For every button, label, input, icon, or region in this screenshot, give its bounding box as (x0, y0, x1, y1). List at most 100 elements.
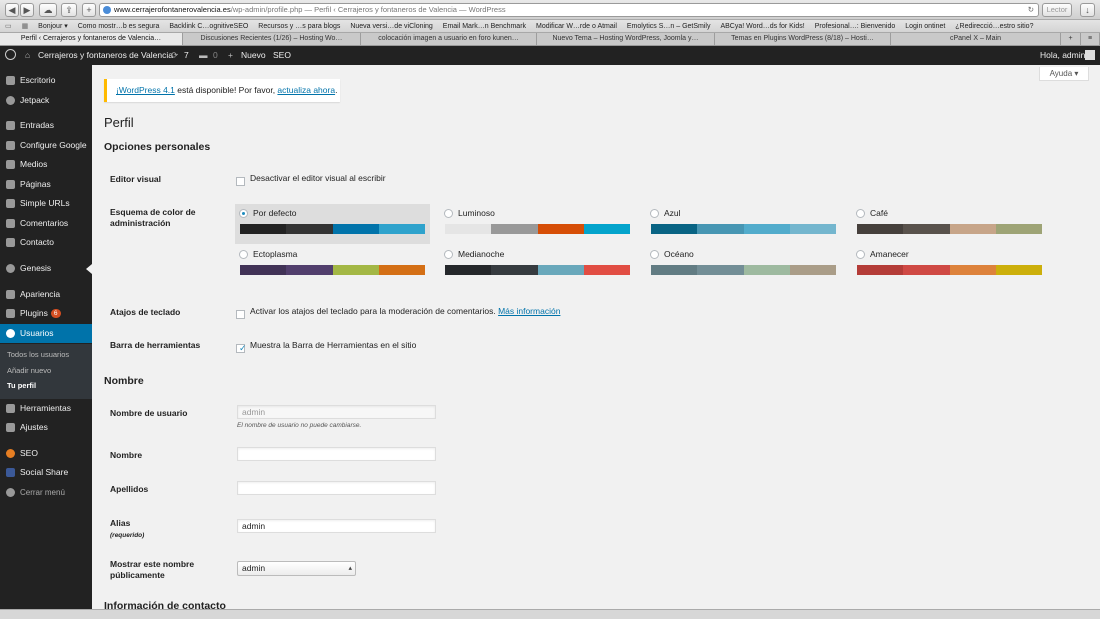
color-scheme-option[interactable]: Café (852, 204, 1047, 244)
color-scheme-radio[interactable] (239, 209, 248, 218)
color-swatches (857, 224, 1042, 234)
sidebar-item-comentarios[interactable]: Comentarios (0, 214, 92, 233)
updates-count[interactable]: 7 (184, 46, 189, 65)
wordpress-version-link[interactable]: ¡WordPress 4.1 (116, 85, 175, 95)
sidebar-item-ajustes[interactable]: Ajustes (0, 418, 92, 437)
notice-end: . (335, 85, 338, 95)
more-info-link[interactable]: Más información (498, 306, 560, 316)
help-tab-button[interactable]: Ayuda ▾ (1039, 67, 1089, 81)
color-scheme-radio[interactable] (444, 209, 453, 218)
color-scheme-radio[interactable] (239, 250, 248, 259)
sidebar-item-jetpack[interactable]: Jetpack (0, 91, 92, 110)
bookmark-item[interactable]: Login ontinet (905, 20, 945, 32)
sidebar-item-simple-urls[interactable]: Simple URLs (0, 194, 92, 213)
comments-icon[interactable]: ▬ (199, 46, 208, 65)
cloud-icon[interactable]: ☁ (39, 3, 57, 17)
seo-link[interactable]: SEO (273, 46, 291, 65)
sidebar-item-apariencia[interactable]: Apariencia (0, 285, 92, 304)
sidebar-item-entradas[interactable]: Entradas (0, 116, 92, 135)
sidebar-item-genesis[interactable]: Genesis (0, 259, 92, 278)
greeting-link[interactable]: Hola, admin (1040, 46, 1085, 65)
browser-tab[interactable]: Perfil ‹ Cerrajeros y fontaneros de Vale… (0, 33, 183, 45)
bookmark-item[interactable]: Bonjour ▾ (38, 20, 68, 32)
forward-icon[interactable]: ▶ (20, 3, 34, 17)
color-scheme-name: Luminoso (458, 208, 495, 218)
color-scheme-option[interactable]: Luminoso (440, 204, 635, 244)
dashboard-icon (6, 76, 15, 85)
bookmark-item[interactable]: Modificar W…rde o Atmail (536, 20, 617, 32)
submenu-todos-los-usuarios[interactable]: Todos los usuarios (0, 347, 92, 362)
bookmark-item[interactable]: Profesional…: Bienvenido (815, 20, 896, 32)
visual-editor-checkbox[interactable] (236, 177, 245, 186)
back-icon[interactable]: ◀ (5, 3, 19, 17)
sidebar-item-contacto[interactable]: Contacto (0, 233, 92, 252)
color-scheme-radio[interactable] (444, 250, 453, 259)
wordpress-logo-icon[interactable] (5, 46, 16, 65)
first-name-field[interactable] (237, 447, 436, 461)
color-scheme-radio[interactable] (856, 209, 865, 218)
color-scheme-radio[interactable] (856, 250, 865, 259)
color-scheme-option[interactable]: Medianoche (440, 245, 635, 285)
download-icon[interactable]: ↓ (1080, 3, 1095, 17)
browser-tab[interactable]: cPanel X – Main (891, 33, 1061, 45)
add-tab-icon[interactable]: + (82, 3, 96, 17)
sidebar-item-escritorio[interactable]: Escritorio (0, 71, 92, 90)
section-personal-options: Opciones personales (104, 141, 211, 153)
comments-count[interactable]: 0 (213, 46, 218, 65)
last-name-label: Apellidos (110, 484, 149, 494)
collapse-icon (6, 488, 15, 497)
color-scheme-option[interactable]: Océano (646, 245, 841, 285)
reload-icon[interactable]: ↻ (1028, 4, 1034, 16)
submenu-anadir-nuevo[interactable]: Añadir nuevo (0, 363, 92, 378)
tab-overview-icon[interactable]: ≡ (1081, 33, 1100, 45)
top-sites-icon[interactable]: ▦ (22, 20, 29, 32)
sidebar-item-medios[interactable]: Medios (0, 155, 92, 174)
submenu-tu-perfil[interactable]: Tu perfil (0, 378, 92, 393)
plugin-icon (6, 309, 15, 318)
bookmark-item[interactable]: Emolytics S…n – GetSmily (627, 20, 711, 32)
bookmark-item[interactable]: Backlink C…ognitiveSEO (169, 20, 248, 32)
color-scheme-radio[interactable] (650, 250, 659, 259)
sidebar-item-paginas[interactable]: Páginas (0, 175, 92, 194)
toolbar-checkbox[interactable]: ✓ (236, 343, 247, 353)
site-name-link[interactable]: Cerrajeros y fontaneros de Valencia (38, 46, 173, 65)
address-bar[interactable]: www.cerrajerofontanerovalencia.es/wp-adm… (99, 3, 1039, 17)
new-tab-icon[interactable]: + (1061, 33, 1081, 45)
color-scheme-radio[interactable] (650, 209, 659, 218)
sidebar-item-herramientas[interactable]: Herramientas (0, 399, 92, 418)
keyboard-shortcuts-checkbox[interactable] (236, 310, 245, 319)
reading-list-icon[interactable]: ▭ (5, 20, 12, 32)
bookmark-item[interactable]: Nueva versi…de viCloning (350, 20, 432, 32)
bookmark-item[interactable]: ABCya! Word…ds for Kids! (720, 20, 804, 32)
color-scheme-option[interactable]: Azul (646, 204, 841, 244)
sidebar-item-social-share[interactable]: Social Share (0, 463, 92, 482)
display-name-select[interactable]: admin ▴ (237, 561, 356, 576)
sidebar-item-label: Usuarios (20, 328, 54, 338)
browser-tab[interactable]: Discusiones Recientes (1/26) – Hosting W… (183, 33, 361, 45)
updates-icon[interactable]: ⟳ (171, 46, 178, 65)
bookmark-item[interactable]: Recursos y …s para blogs (258, 20, 340, 32)
nickname-field[interactable]: admin (237, 519, 436, 533)
color-scheme-option[interactable]: Amanecer (852, 245, 1047, 285)
avatar[interactable] (1085, 50, 1095, 60)
sidebar-item-usuarios[interactable]: Usuarios (0, 324, 92, 343)
share-icon[interactable]: ⇪ (61, 3, 77, 17)
collapse-menu-button[interactable]: Cerrar menú (0, 483, 92, 502)
plus-icon[interactable]: + (228, 46, 233, 65)
sidebar-item-seo[interactable]: SEO (0, 444, 92, 463)
home-icon[interactable]: ⌂ (25, 46, 30, 65)
sidebar-item-configure-google[interactable]: Configure Google (0, 136, 92, 155)
bookmark-item[interactable]: Como mostr…b es segura (78, 20, 160, 32)
browser-tab[interactable]: Nuevo Tema – Hosting WordPress, Joomla y… (537, 33, 715, 45)
last-name-field[interactable] (237, 481, 436, 495)
new-content-link[interactable]: Nuevo (241, 46, 266, 65)
update-now-link[interactable]: actualiza ahora (277, 85, 335, 95)
reader-button[interactable]: Lector (1042, 3, 1072, 17)
bookmark-item[interactable]: ¿Redirecció…estro sitio? (955, 20, 1033, 32)
browser-tab[interactable]: colocación imagen a usuario en foro kune… (361, 33, 537, 45)
color-scheme-option[interactable]: Por defecto (235, 204, 430, 244)
sidebar-item-plugins[interactable]: Plugins 6 (0, 304, 92, 323)
bookmark-item[interactable]: Email Mark…n Benchmark (443, 20, 526, 32)
browser-tab[interactable]: Temas en Plugins WordPress (8/18) – Host… (715, 33, 891, 45)
color-scheme-option[interactable]: Ectoplasma (235, 245, 430, 285)
